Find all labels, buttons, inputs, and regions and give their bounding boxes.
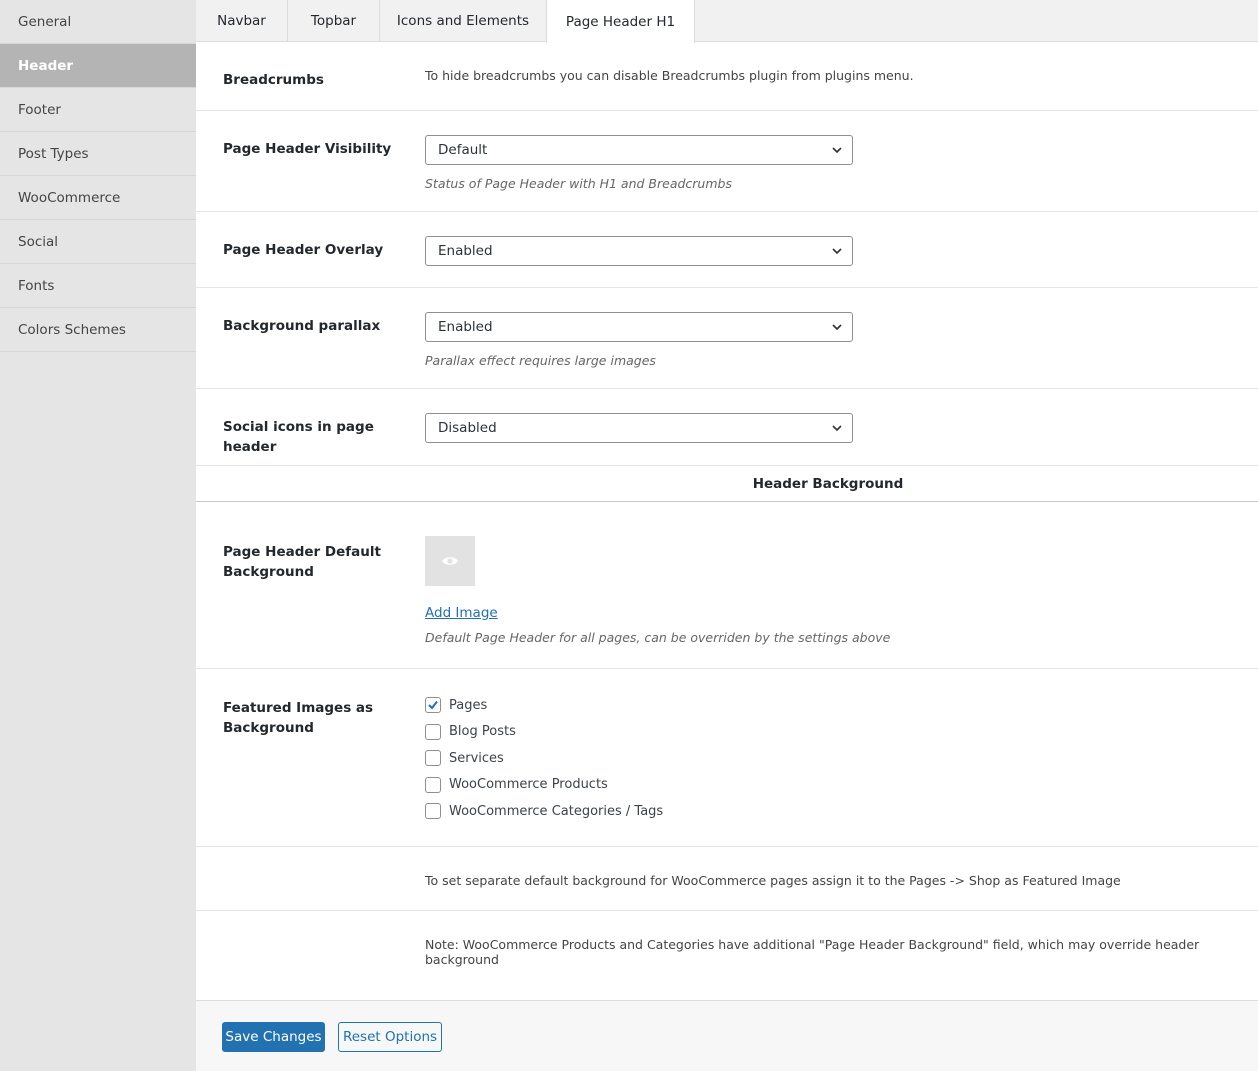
shop-note-row: To set separate default background for W… — [196, 847, 1258, 911]
featured-images-row: Featured Images as Background Pages Blog… — [196, 669, 1258, 847]
page-header-visibility-label: Page Header Visibility — [223, 141, 392, 157]
select-value: Enabled — [438, 319, 493, 335]
options-main-panel: Navbar Topbar Icons and Elements Page He… — [196, 0, 1258, 1071]
eye-icon — [442, 557, 458, 565]
tab-label: Topbar — [310, 13, 357, 29]
save-changes-button[interactable]: Save Changes — [222, 1022, 325, 1052]
sidebar-item-header[interactable]: Header — [0, 44, 196, 88]
reset-options-button[interactable]: Reset Options — [338, 1022, 442, 1052]
page-header-overlay-select[interactable]: Enabled — [425, 236, 853, 266]
default-background-desc: Default Page Header for all pages, can b… — [425, 630, 891, 645]
select-value: Disabled — [438, 420, 497, 436]
sidebar-item-footer[interactable]: Footer — [0, 88, 196, 132]
sidebar-item-label: Fonts — [18, 277, 55, 294]
sidebar-item-label: Post Types — [18, 145, 89, 162]
tab-topbar[interactable]: Topbar — [288, 0, 380, 42]
checkbox-label: Blog Posts — [449, 724, 516, 740]
default-background-row: Page Header Default Background Add Image… — [196, 502, 1258, 669]
tab-navbar[interactable]: Navbar — [196, 0, 288, 42]
chevron-down-icon — [832, 248, 842, 255]
sidebar-item-label: WooCommerce — [18, 189, 121, 206]
featured-images-label: Featured Images as Background — [223, 700, 374, 736]
chevron-down-icon — [832, 324, 842, 331]
add-image-link[interactable]: Add Image — [425, 605, 498, 621]
checkbox-label: Services — [449, 750, 504, 766]
select-value: Default — [438, 142, 488, 158]
services-checkbox[interactable] — [425, 750, 441, 767]
select-value: Enabled — [438, 243, 493, 259]
sidebar-item-colors-schemes[interactable]: Colors Schemes — [0, 308, 196, 352]
sidebar-item-label: Footer — [18, 101, 61, 118]
background-parallax-row: Background parallax Enabled Parallax eff… — [196, 288, 1258, 389]
page-header-visibility-desc: Status of Page Header with H1 and Breadc… — [425, 176, 732, 191]
breadcrumbs-note: To hide breadcrumbs you can disable Brea… — [425, 68, 914, 83]
tab-page-header-h1[interactable]: Page Header H1 — [546, 0, 695, 43]
blog-posts-checkbox[interactable] — [425, 723, 441, 740]
sidebar-item-fonts[interactable]: Fonts — [0, 264, 196, 308]
checkmark-icon — [428, 701, 438, 710]
checkbox-row-woocommerce-products: WooCommerce Products — [425, 772, 663, 799]
checkbox-row-services: Services — [425, 745, 663, 772]
woo-note: Note: WooCommerce Products and Categorie… — [425, 937, 1200, 967]
page-header-overlay-row: Page Header Overlay Enabled — [196, 212, 1258, 288]
action-bar: Save Changes Reset Options — [196, 1000, 1258, 1071]
page-header-visibility-select[interactable]: Default — [425, 135, 853, 165]
social-icons-select[interactable]: Disabled — [425, 413, 853, 443]
sidebar-item-label: Social — [18, 233, 59, 250]
tab-label: Page Header H1 — [565, 13, 676, 30]
tab-label: Icons and Elements — [396, 13, 530, 29]
checkbox-label: WooCommerce Products — [449, 777, 608, 793]
tab-bar: Navbar Topbar Icons and Elements Page He… — [196, 0, 1258, 43]
social-icons-label: Social icons in page header — [223, 419, 374, 455]
section-title: Header Background — [752, 476, 904, 492]
sidebar-item-post-types[interactable]: Post Types — [0, 132, 196, 176]
page-header-visibility-row: Page Header Visibility Default Status of… — [196, 111, 1258, 212]
checkbox-row-pages: Pages — [425, 692, 663, 719]
breadcrumbs-label: Breadcrumbs — [223, 72, 324, 88]
sidebar-item-general[interactable]: General — [0, 0, 196, 44]
sidebar-item-social[interactable]: Social — [0, 220, 196, 264]
checkbox-row-blog-posts: Blog Posts — [425, 719, 663, 746]
page-header-overlay-label: Page Header Overlay — [223, 242, 384, 258]
background-parallax-select[interactable]: Enabled — [425, 312, 853, 342]
sidebar-item-label: Colors Schemes — [18, 321, 126, 338]
pages-checkbox[interactable] — [425, 697, 441, 714]
sidebar-item-woocommerce[interactable]: WooCommerce — [0, 176, 196, 220]
background-parallax-desc: Parallax effect requires large images — [425, 353, 656, 368]
tab-label: Navbar — [217, 13, 266, 29]
default-background-label: Page Header Default Background — [223, 544, 381, 580]
options-sidebar: General Header Footer Post Types WooComm… — [0, 0, 196, 1071]
shop-note: To set separate default background for W… — [425, 873, 1121, 888]
woo-note-row: Note: WooCommerce Products and Categorie… — [196, 911, 1258, 1000]
chevron-down-icon — [832, 425, 842, 432]
checkbox-row-woocommerce-categories: WooCommerce Categories / Tags — [425, 798, 663, 825]
sidebar-item-label: General — [18, 13, 72, 30]
chevron-down-icon — [832, 147, 842, 154]
background-parallax-label: Background parallax — [223, 318, 381, 334]
image-preview — [425, 536, 475, 586]
header-background-section: Header Background — [196, 465, 1258, 502]
breadcrumbs-row: Breadcrumbs To hide breadcrumbs you can … — [196, 43, 1258, 111]
checkbox-label: Pages — [449, 697, 488, 713]
checkbox-label: WooCommerce Categories / Tags — [449, 803, 664, 819]
tab-icons-and-elements[interactable]: Icons and Elements — [380, 0, 547, 42]
social-icons-row: Social icons in page header Disabled — [196, 389, 1258, 465]
woocommerce-products-checkbox[interactable] — [425, 776, 441, 793]
woocommerce-categories-checkbox[interactable] — [425, 803, 441, 820]
sidebar-item-label: Header — [18, 57, 74, 74]
